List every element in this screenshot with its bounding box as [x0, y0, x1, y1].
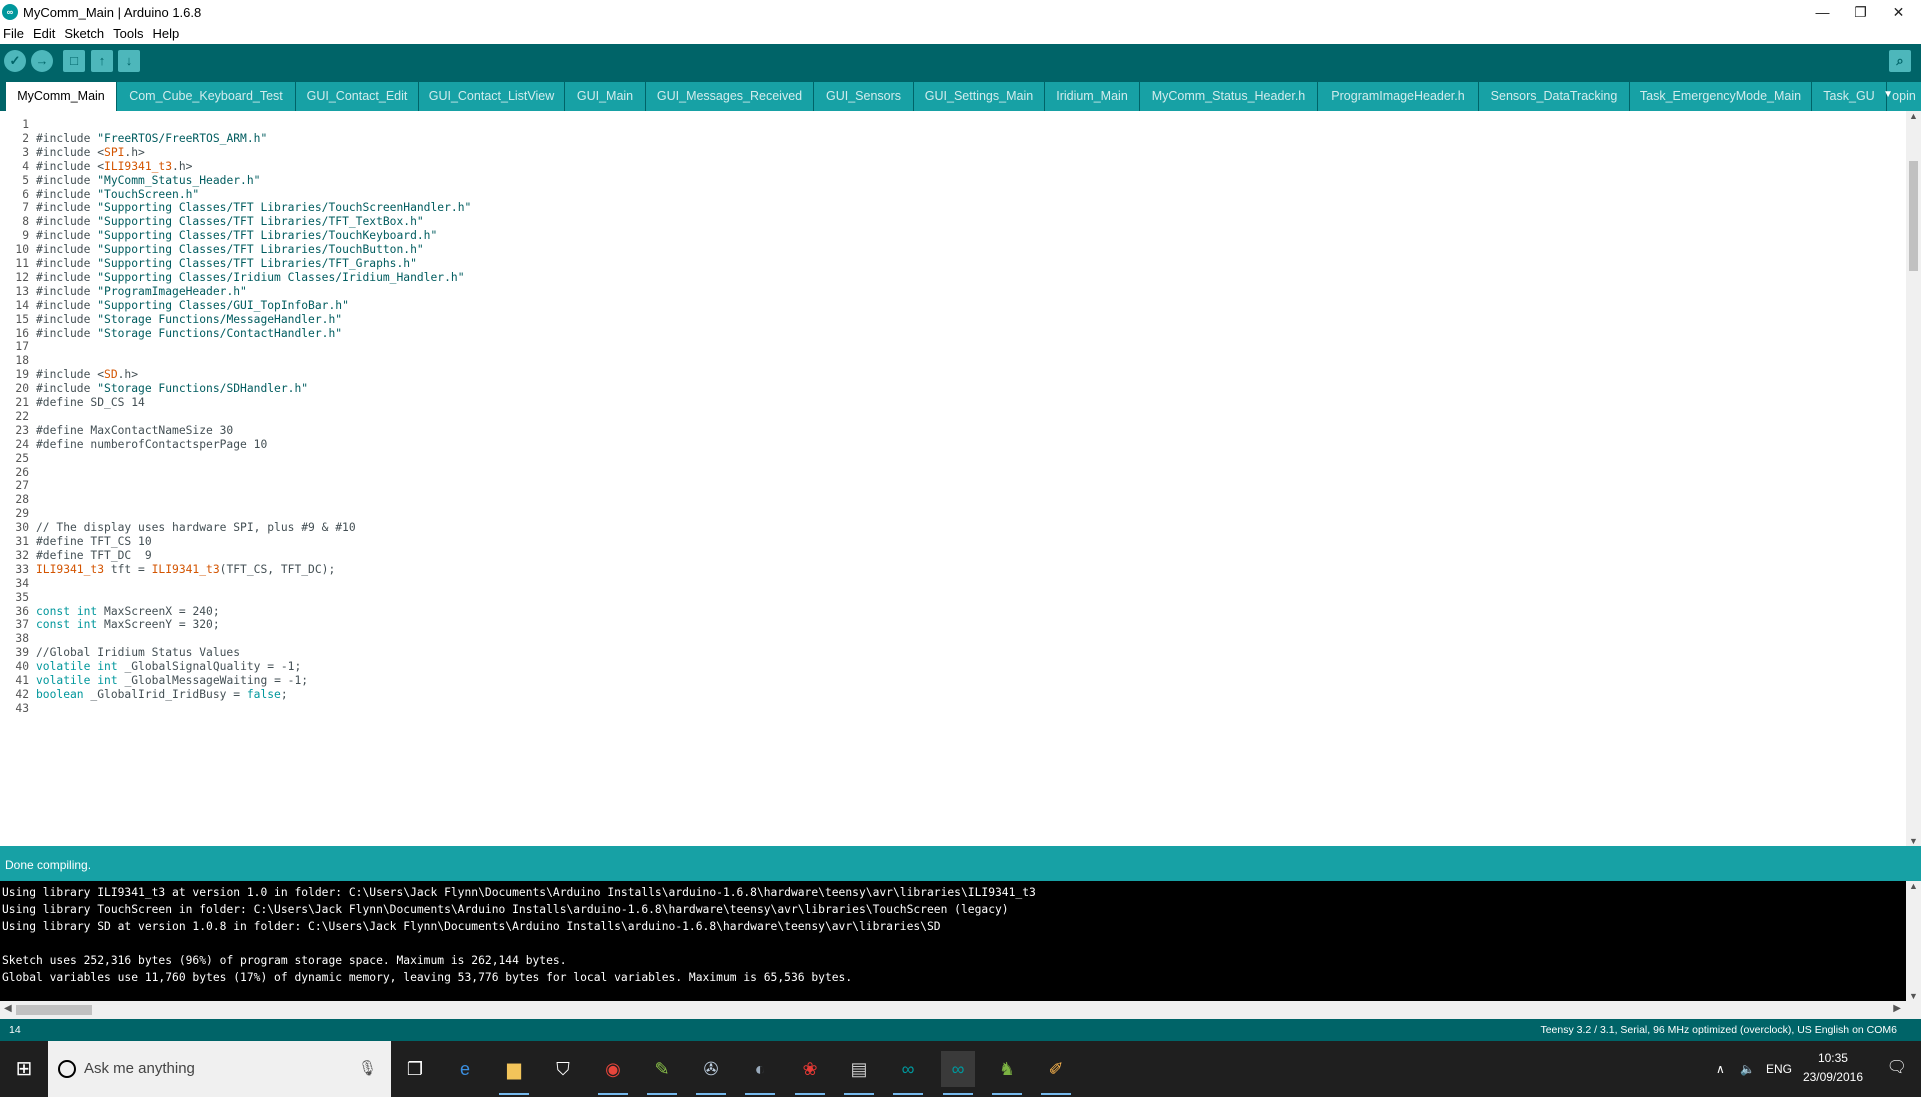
tab-bar: MyComm_Main Com_Cube_Keyboard_Test GUI_C… — [0, 77, 1921, 111]
scroll-left-icon[interactable]: ◀ — [4, 1003, 12, 1014]
raspberry-icon[interactable]: ❀ — [793, 1051, 827, 1095]
menu-sketch[interactable]: Sketch — [60, 24, 109, 41]
app-icon-1[interactable]: ✇ — [694, 1051, 728, 1095]
editor-vertical-scrollbar[interactable]: ▲ ▼ — [1906, 111, 1921, 846]
code-text: const int MaxScreenY = 320; — [36, 618, 220, 632]
line-number: 43 — [15, 701, 29, 715]
serial-monitor-icon[interactable]: ⌕ — [1889, 50, 1911, 72]
paint-icon[interactable]: ✐ — [1039, 1051, 1073, 1095]
windows-start-icon[interactable]: ⊞ — [0, 1041, 48, 1097]
tab-iridium-main[interactable]: Iridium_Main — [1045, 82, 1140, 111]
volume-icon[interactable]: 🔈 — [1740, 1041, 1755, 1097]
arduino-logo-icon: ∞ — [2, 4, 18, 20]
board-info: Teensy 3.2 / 3.1, Serial, 96 MHz optimiz… — [1540, 1024, 1897, 1036]
verify-icon[interactable]: ✓ — [4, 50, 26, 72]
save-icon[interactable]: ↓ — [118, 50, 140, 72]
status-message: Done compiling. — [5, 858, 92, 872]
tab-gui-contact-edit[interactable]: GUI_Contact_Edit — [296, 82, 419, 111]
code-text: boolean _GlobalIrid_IridBusy = false; — [36, 687, 288, 701]
code-text: #include "Storage Functions/ContactHandl… — [36, 326, 343, 340]
console-line: Using library SD at version 1.0.8 in fol… — [2, 920, 941, 933]
toolbar: ✓ → □ ↑ ↓ ⌕ — [0, 44, 1921, 77]
console-line: Sketch uses 252,316 bytes (96%) of progr… — [2, 954, 567, 967]
app-icon-2[interactable]: ▤ — [842, 1051, 876, 1095]
console-line: Using library TouchScreen in folder: C:\… — [2, 903, 1009, 916]
evernote-icon[interactable]: ♞ — [990, 1051, 1024, 1095]
code-editor[interactable]: 1 2 #include "FreeRTOS/FreeRTOS_ARM.h" 3 #in… — [0, 111, 1906, 846]
tab-mycomm-main[interactable]: MyComm_Main — [6, 82, 117, 111]
code-text: #define numberofContactsperPage 10 — [36, 437, 268, 451]
tab-mycomm-status-header[interactable]: MyComm_Status_Header.h — [1140, 82, 1318, 111]
console-output[interactable]: Using library ILI9341_t3 at version 1.0 … — [0, 881, 1906, 1001]
chrome-icon[interactable]: ◉ — [596, 1051, 630, 1095]
tab-task-emergencymode-main[interactable]: Task_EmergencyMode_Main — [1630, 82, 1812, 111]
system-clock[interactable]: 10:35 23/09/2016 — [1803, 1049, 1863, 1087]
notepad-icon[interactable]: ✎ — [645, 1051, 679, 1095]
file-explorer-icon[interactable]: ▆ — [497, 1051, 531, 1095]
tab-programimageheader[interactable]: ProgramImageHeader.h — [1318, 82, 1479, 111]
steam-icon[interactable]: ◐ — [743, 1051, 777, 1095]
language-indicator[interactable]: ENG — [1766, 1041, 1792, 1097]
console-vertical-scrollbar[interactable]: ▲ ▼ — [1906, 881, 1921, 1001]
tray-expand-icon[interactable]: ∧ — [1716, 1041, 1725, 1097]
arduino-active-icon[interactable]: ∞ — [941, 1051, 975, 1095]
window-title: MyComm_Main | Arduino 1.6.8 — [23, 5, 202, 20]
clock-time: 10:35 — [1817, 1051, 1848, 1065]
menu-tools[interactable]: Tools — [109, 24, 148, 41]
task-view-icon[interactable]: ❐ — [398, 1051, 432, 1087]
clock-date: 23/09/2016 — [1802, 1070, 1863, 1084]
notification-icon[interactable]: 🗨 — [1887, 1057, 1907, 1077]
code-text: #define SD_CS 14 — [36, 396, 145, 409]
menu-help[interactable]: Help — [148, 24, 184, 41]
tab-menu-icon[interactable]: ▼ — [1883, 89, 1893, 100]
scroll-right-icon[interactable]: ▶ — [1893, 1003, 1901, 1014]
console-horizontal-scrollbar[interactable]: ◀ ▶ — [0, 1001, 1921, 1019]
menu-file[interactable]: File — [0, 24, 29, 41]
tab-gui-contact-listview[interactable]: GUI_Contact_ListView — [419, 82, 565, 111]
tab-gui-messages-received[interactable]: GUI_Messages_Received — [646, 82, 814, 111]
tab-gui-main[interactable]: GUI_Main — [565, 82, 646, 111]
windows-taskbar: ⊞ Ask me anything 🎙 ❐ e ▆ ⛉ ◉ ✎ ✇ ◐ ❀ ▤ … — [0, 1041, 1921, 1097]
arduino-icon[interactable]: ∞ — [891, 1051, 925, 1095]
menu-edit[interactable]: Edit — [29, 24, 60, 41]
cortana-icon — [58, 1060, 76, 1078]
upload-icon[interactable]: → — [31, 50, 53, 72]
horizontal-scrollbar-thumb[interactable] — [16, 1005, 92, 1015]
open-icon[interactable]: ↑ — [91, 50, 113, 72]
scroll-up-icon[interactable]: ▲ — [1906, 111, 1921, 121]
cortana-search-box[interactable]: Ask me anything 🎙 — [48, 1041, 391, 1097]
console-scroll-down-icon[interactable]: ▼ — [1906, 991, 1921, 1001]
status-bar: Done compiling. — [0, 846, 1921, 881]
close-button[interactable]: ✕ — [1876, 0, 1921, 24]
console-line: Global variables use 11,760 bytes (17%) … — [2, 971, 853, 984]
edge-icon[interactable]: e — [448, 1051, 482, 1087]
console-line: Using library ILI9341_t3 at version 1.0 … — [2, 886, 1036, 899]
console-scroll-up-icon[interactable]: ▲ — [1906, 881, 1921, 891]
tab-task-gu[interactable]: Task_GU — [1812, 82, 1887, 111]
scroll-down-icon[interactable]: ▼ — [1906, 836, 1921, 846]
cursor-line-number: 14 — [9, 1024, 21, 1036]
scrollbar-thumb[interactable] — [1909, 161, 1918, 271]
menu-bar: File Edit Sketch Tools Help — [0, 24, 1921, 44]
code-text: ILI9341_t3 tft = ILI9341_t3(TFT_CS, TFT_… — [36, 562, 336, 576]
search-placeholder: Ask me anything — [84, 1060, 195, 1077]
tab-sensors-datatracking[interactable]: Sensors_DataTracking — [1479, 82, 1630, 111]
title-bar: ∞ MyComm_Main | Arduino 1.6.8 — ❐ ✕ — [0, 0, 1921, 24]
new-icon[interactable]: □ — [63, 50, 85, 72]
tab-gui-settings-main[interactable]: GUI_Settings_Main — [914, 82, 1045, 111]
footer-bar: 14 Teensy 3.2 / 3.1, Serial, 96 MHz opti… — [0, 1019, 1921, 1041]
microphone-icon[interactable]: 🎙 — [358, 1059, 377, 1077]
store-icon[interactable]: ⛉ — [546, 1051, 580, 1087]
tab-com-cube-keyboard-test[interactable]: Com_Cube_Keyboard_Test — [117, 82, 296, 111]
tab-gui-sensors[interactable]: GUI_Sensors — [814, 82, 914, 111]
